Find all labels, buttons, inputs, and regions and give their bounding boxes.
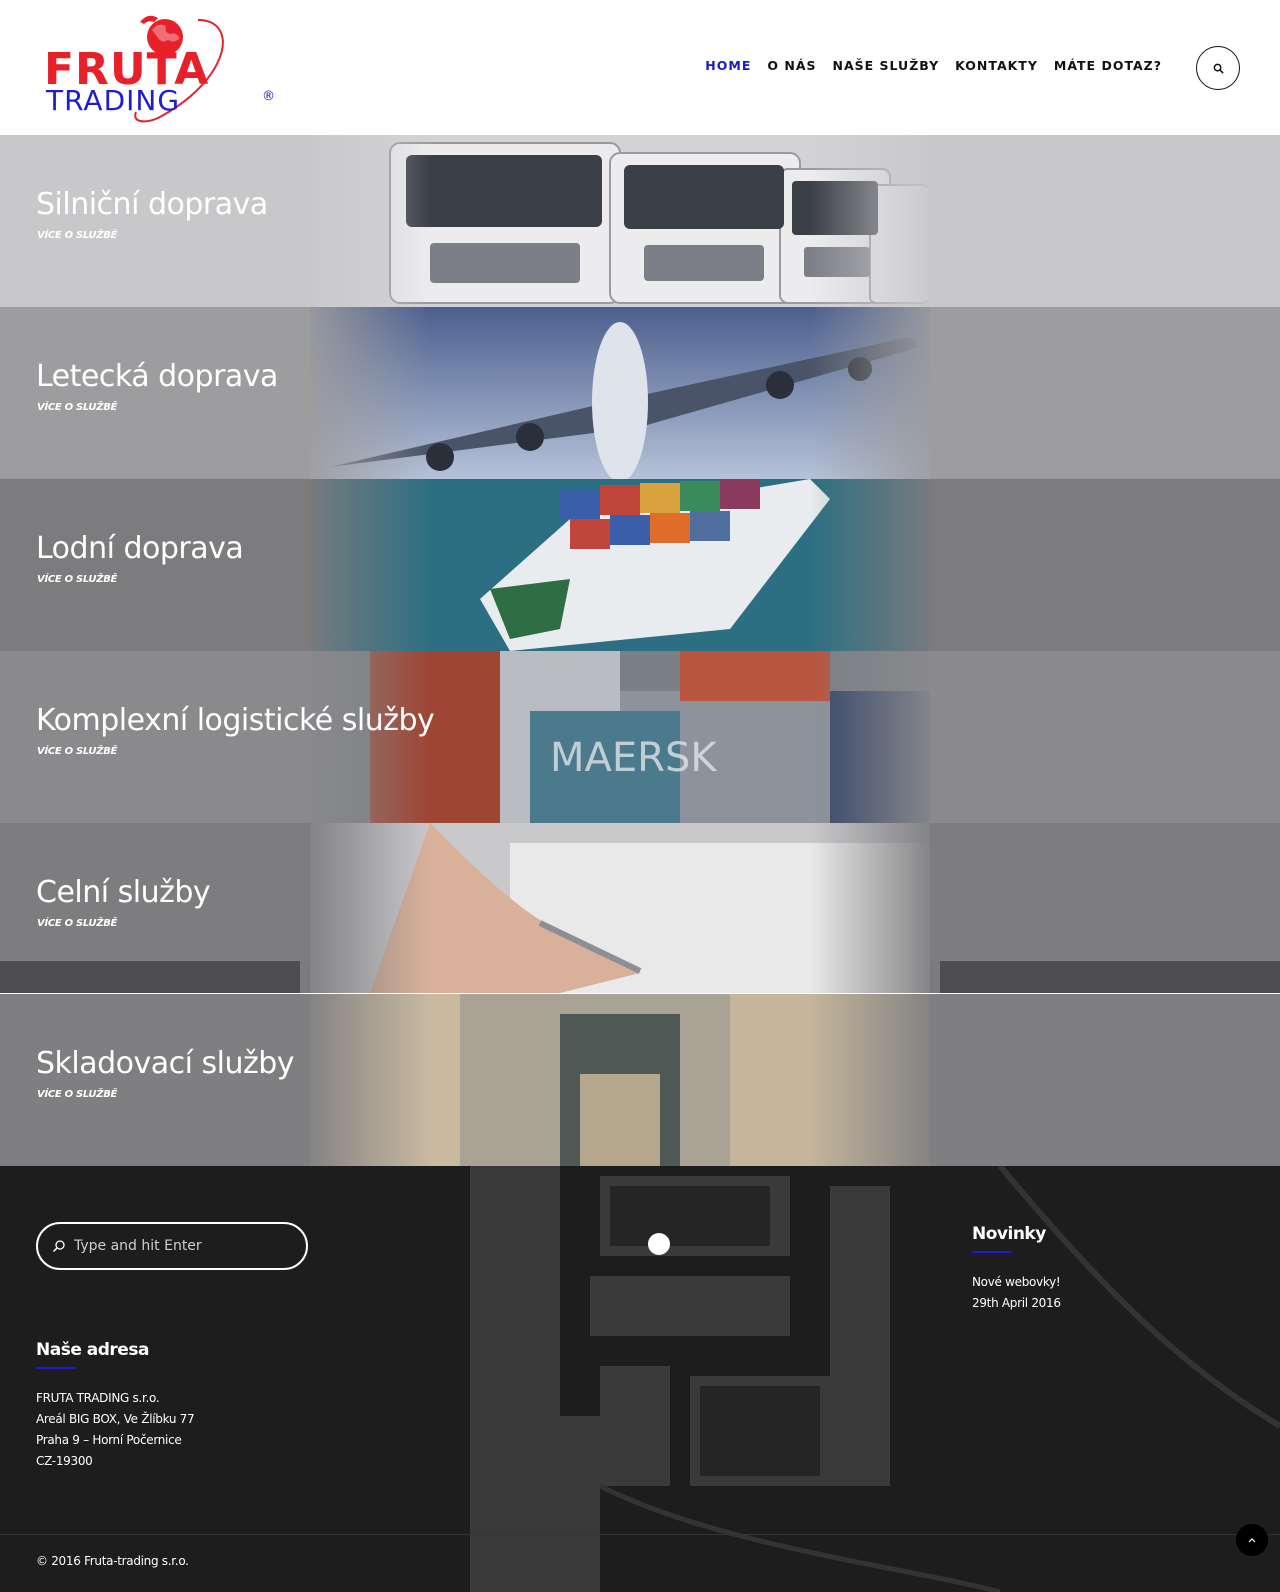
svg-text:TRADING: TRADING bbox=[45, 84, 180, 117]
service-more-link[interactable]: VÍCE O SLUŽBĚ bbox=[37, 918, 117, 929]
image-fade bbox=[300, 135, 430, 307]
title-underline bbox=[972, 1251, 1012, 1253]
service-title[interactable]: Skladovací služby bbox=[36, 1046, 295, 1081]
service-komplexni-logisticke-sluzby[interactable]: MAERSK Komplexní logistické služby VÍCE … bbox=[0, 651, 1280, 823]
service-title[interactable]: Komplexní logistické služby bbox=[36, 703, 435, 738]
service-silnicni-doprava[interactable]: Silniční doprava VÍCE O SLUŽBĚ bbox=[0, 135, 1280, 307]
service-letecka-doprava[interactable]: Letecká doprava VÍCE O SLUŽBĚ bbox=[0, 307, 1280, 479]
image-fade bbox=[300, 307, 430, 479]
image-fade bbox=[300, 479, 430, 651]
address-line: FRUTA TRADING s.r.o. bbox=[36, 1391, 160, 1405]
nav-kontakty[interactable]: KONTAKTY bbox=[947, 58, 1046, 73]
news-item-link[interactable]: Nové webovky! bbox=[972, 1272, 1061, 1293]
footer-search-box[interactable] bbox=[36, 1222, 308, 1270]
service-skladovaci-sluzby[interactable]: Skladovací služby VÍCE O SLUŽBĚ bbox=[0, 994, 1280, 1166]
image-fade bbox=[810, 479, 940, 651]
service-lodni-doprava[interactable]: Lodní doprava VÍCE O SLUŽBĚ bbox=[0, 479, 1280, 651]
address-line: Praha 9 – Horní Počernice bbox=[36, 1433, 182, 1447]
service-more-link[interactable]: VÍCE O SLUŽBĚ bbox=[37, 230, 117, 241]
chevron-up-icon bbox=[1248, 1538, 1256, 1543]
main-nav: HOME O NÁS NAŠE SLUŽBY KONTAKTY MÁTE DOT… bbox=[697, 58, 1170, 73]
address-line: Areál BIG BOX, Ve Žlíbku 77 bbox=[36, 1412, 195, 1426]
news-block: Nové webovky! 29th April 2016 bbox=[972, 1272, 1061, 1314]
service-title[interactable]: Letecká doprava bbox=[36, 359, 278, 394]
image-fade bbox=[810, 135, 940, 307]
svg-text:®: ® bbox=[262, 89, 275, 104]
service-more-link[interactable]: VÍCE O SLUŽBĚ bbox=[37, 402, 117, 413]
service-celni-sluzby[interactable]: Celní služby VÍCE O SLUŽBĚ bbox=[0, 823, 1280, 993]
footer-divider bbox=[0, 1534, 1280, 1535]
image-fade bbox=[810, 823, 940, 993]
copyright-text: © 2016 Fruta-trading s.r.o. bbox=[36, 1554, 189, 1568]
image-fade bbox=[300, 823, 430, 993]
news-widget-title: Novinky bbox=[972, 1224, 1046, 1244]
header-search-button[interactable] bbox=[1196, 46, 1240, 90]
svg-text:MAERSK: MAERSK bbox=[550, 735, 718, 781]
address-widget-title: Naše adresa bbox=[36, 1340, 149, 1360]
service-more-link[interactable]: VÍCE O SLUŽBĚ bbox=[37, 746, 117, 757]
title-underline bbox=[36, 1367, 76, 1369]
nav-o-nas[interactable]: O NÁS bbox=[759, 58, 824, 73]
news-item-date: 29th April 2016 bbox=[972, 1296, 1061, 1310]
search-icon bbox=[1213, 63, 1224, 74]
fruta-logo-graphic: FRUTA TRADING ® bbox=[44, 15, 275, 123]
image-fade bbox=[810, 651, 940, 823]
logo[interactable]: FRUTA TRADING ® bbox=[40, 10, 290, 125]
back-to-top-button[interactable] bbox=[1236, 1524, 1268, 1556]
map-marker[interactable] bbox=[648, 1233, 670, 1255]
service-title[interactable]: Celní služby bbox=[36, 875, 211, 910]
image-fade bbox=[300, 994, 430, 1166]
service-title[interactable]: Lodní doprava bbox=[36, 531, 244, 566]
nav-home[interactable]: HOME bbox=[697, 58, 759, 73]
image-fade bbox=[810, 994, 940, 1166]
footer-search-input[interactable] bbox=[74, 1238, 294, 1254]
service-title[interactable]: Silniční doprava bbox=[36, 187, 268, 222]
nav-mate-dotaz[interactable]: MÁTE DOTAZ? bbox=[1046, 58, 1170, 73]
service-more-link[interactable]: VÍCE O SLUŽBĚ bbox=[37, 574, 117, 585]
nav-nase-sluzby[interactable]: NAŠE SLUŽBY bbox=[825, 58, 948, 73]
address-line: CZ-19300 bbox=[36, 1454, 93, 1468]
search-icon bbox=[52, 1240, 65, 1253]
site-footer: Naše adresa FRUTA TRADING s.r.o. Areál B… bbox=[0, 1166, 1280, 1592]
address-block: FRUTA TRADING s.r.o. Areál BIG BOX, Ve Ž… bbox=[36, 1388, 195, 1472]
image-fade bbox=[810, 307, 940, 479]
service-more-link[interactable]: VÍCE O SLUŽBĚ bbox=[37, 1089, 117, 1100]
site-header: FRUTA TRADING ® HOME O NÁS NAŠE SLUŽBY K… bbox=[0, 0, 1280, 135]
